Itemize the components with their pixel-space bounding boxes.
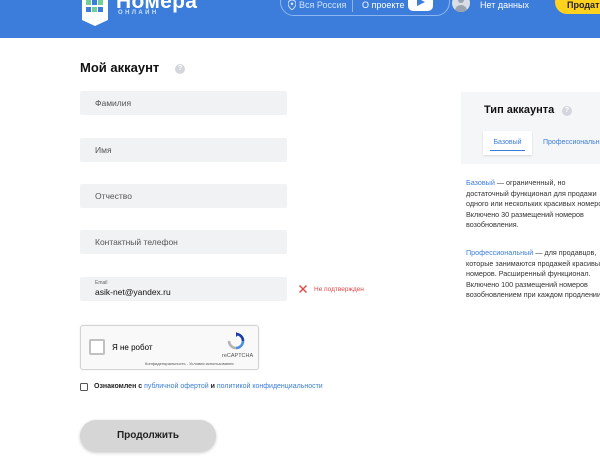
location-pin-icon — [288, 0, 296, 10]
page-title: Мой аккаунт — [80, 60, 160, 75]
user-name[interactable]: Нет данных — [480, 0, 529, 10]
basic-line-1: — ограниченный, но — [494, 178, 566, 187]
play-video-icon[interactable] — [408, 0, 433, 11]
error-cross-icon — [299, 285, 307, 293]
basic-description: Базовый — ограниченный, но достаточный ф… — [466, 178, 600, 231]
basic-name-link[interactable]: Базовый — [466, 178, 495, 187]
pill-divider — [352, 0, 353, 12]
user-avatar-icon[interactable] — [452, 0, 470, 12]
email-label: Email — [95, 280, 108, 286]
pro-name-link[interactable]: Профессиональный — [466, 248, 533, 257]
recaptcha-logo-icon — [227, 332, 245, 350]
pro-description: Профессиональный — для продавцов, которы… — [466, 248, 600, 301]
agree-prefix: Ознакомлен с — [94, 383, 143, 390]
recaptcha-brand: reCAPTCHA — [222, 353, 254, 359]
about-link[interactable]: О проекте — [362, 0, 404, 10]
phone-field[interactable] — [80, 230, 287, 254]
basic-line-5: возобновления. — [466, 220, 519, 229]
account-type-title: Тип аккаунта — [484, 104, 555, 116]
recaptcha-widget: Я не робот reCAPTCHA Конфиденциальность … — [80, 325, 259, 370]
basic-line-3: одного или нескольких красивых номеров. — [466, 199, 600, 208]
recaptcha-terms[interactable]: Конфиденциальность - Условия использован… — [145, 361, 234, 366]
pro-line-3: номеров. Расширенный функционал. — [466, 269, 591, 278]
logo-icon[interactable] — [80, 0, 110, 26]
tab-basic[interactable]: Базовый — [483, 131, 532, 155]
middle-name-field[interactable] — [80, 184, 287, 208]
email-value[interactable]: asik-net@yandex.ru — [95, 287, 171, 297]
account-type-help-icon[interactable]: ? — [562, 106, 572, 116]
agree-text: Ознакомлен с публичной офертой и политик… — [94, 383, 323, 390]
agree-checkbox[interactable] — [80, 383, 88, 391]
basic-line-2: достаточный функционал для продажи — [466, 188, 597, 198]
email-field[interactable]: Email asik-net@yandex.ru — [80, 277, 287, 301]
pro-line-4: Включено 100 размещений номеров — [466, 279, 588, 289]
pro-line-2: которые занимаются продажей красивых — [466, 258, 600, 268]
pro-line-5: возобновлением при каждом продлении. — [466, 290, 600, 299]
agree-and: и — [210, 383, 215, 390]
tab-professional[interactable]: Профессиональный — [543, 131, 600, 155]
sell-button[interactable]: Продать — [555, 0, 600, 14]
last-name-field[interactable] — [80, 91, 287, 115]
top-header: Номера ОНЛАЙН Вся Россия О проекте Нет д… — [0, 0, 600, 38]
public-offer-link[interactable]: публичной офертой — [144, 383, 209, 390]
recaptcha-checkbox[interactable] — [89, 339, 105, 355]
pro-line-1: — для продавцов, — [533, 248, 597, 257]
recaptcha-label: Я не робот — [112, 343, 153, 352]
privacy-policy-link[interactable]: политикой конфиденциальности — [217, 383, 323, 390]
basic-line-4: Включено 30 размещений номеров — [466, 209, 584, 219]
continue-button[interactable]: Продолжить — [80, 420, 216, 452]
help-icon[interactable]: ? — [175, 64, 185, 74]
email-status: Не подтвержден — [314, 286, 364, 293]
logo-subtitle: ОНЛАЙН — [118, 10, 159, 16]
first-name-field[interactable] — [80, 138, 287, 162]
location-selector[interactable]: Вся Россия — [299, 0, 346, 10]
